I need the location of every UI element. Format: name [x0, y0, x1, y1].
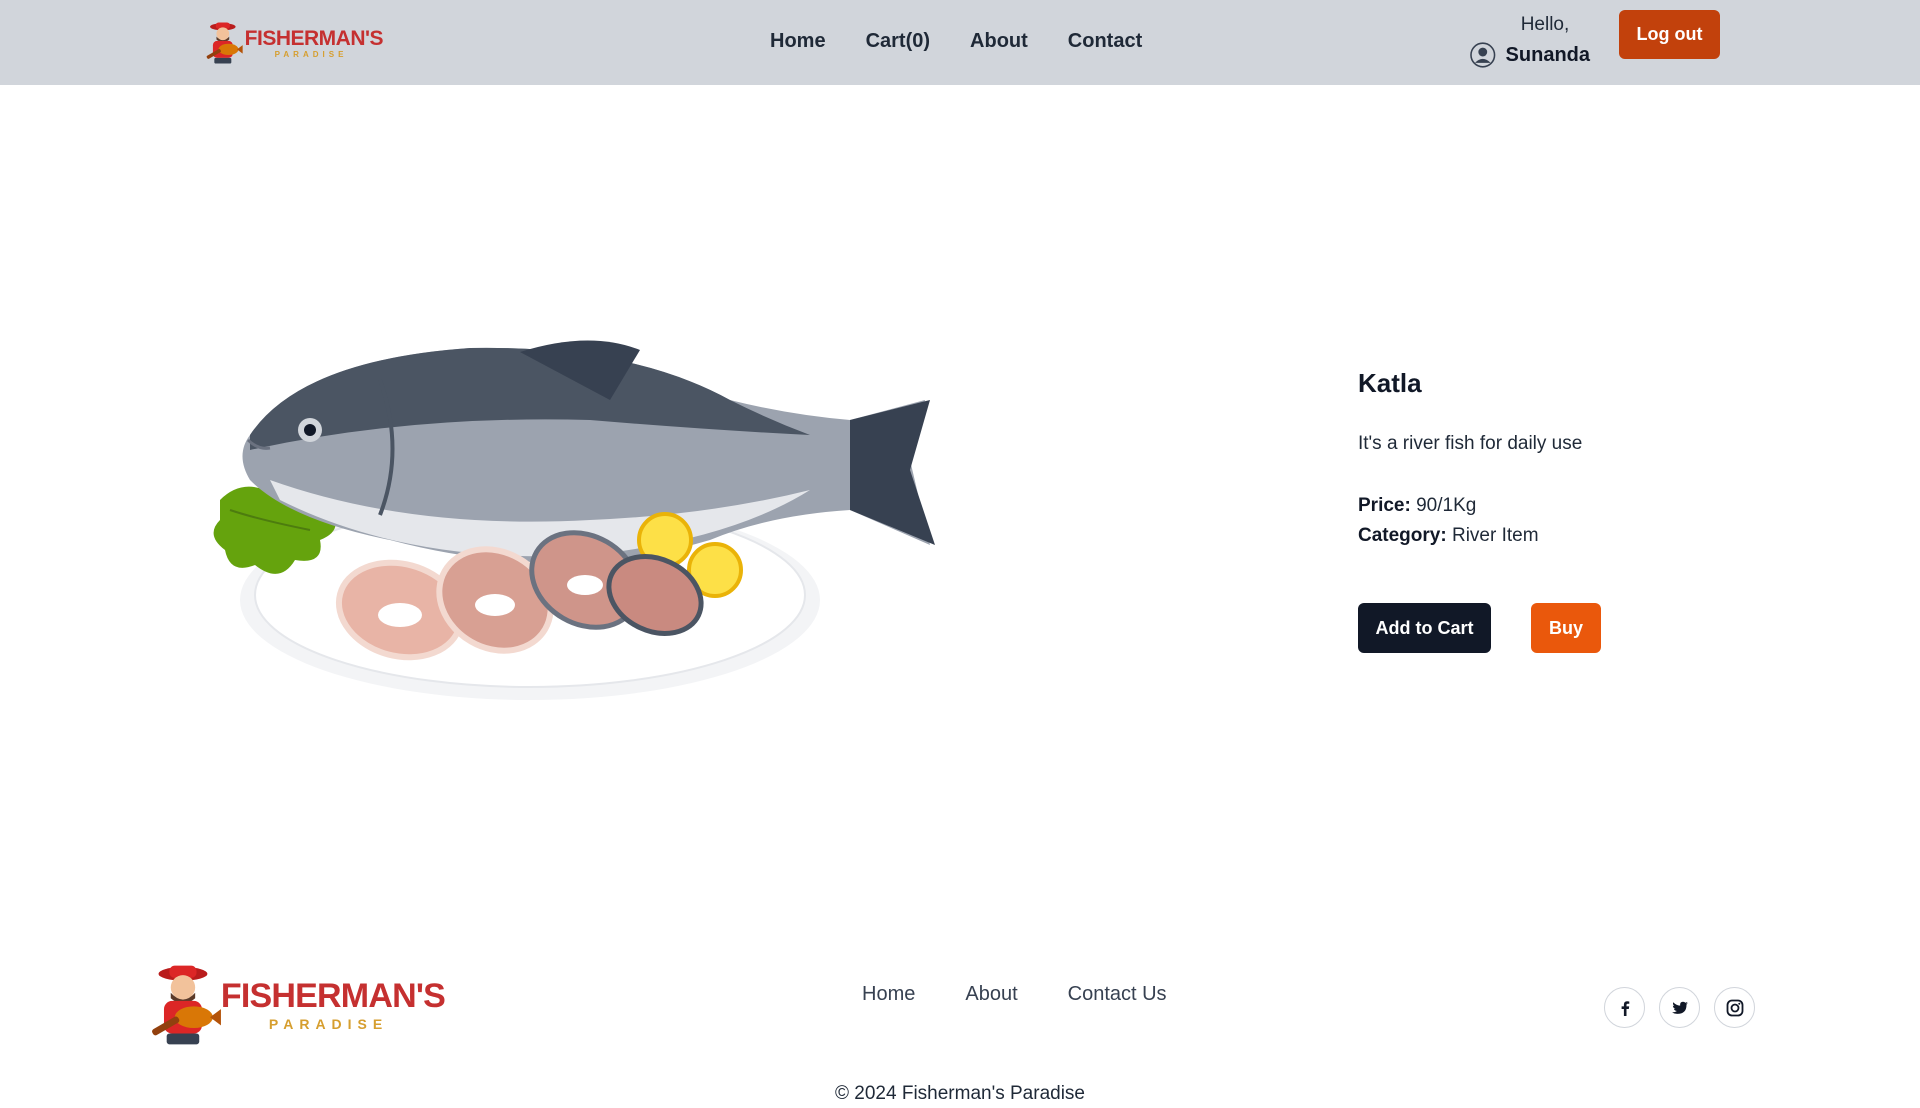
nav-cart-link[interactable]: Cart(0)	[866, 30, 930, 53]
category-row: Category: River Item	[1358, 521, 1758, 551]
twitter-icon	[1671, 1001, 1688, 1014]
product-image	[213, 340, 935, 700]
logout-button[interactable]: Log out	[1619, 10, 1720, 59]
footer-logo[interactable]: FISHERMAN'S PARADISE	[145, 953, 446, 1057]
price-row: Price: 90/1Kg	[1358, 491, 1758, 521]
greeting-text: Hello,	[1520, 14, 1570, 35]
fisherman-mascot-icon	[206, 22, 243, 64]
copyright-text: © 2024 Fisherman's Paradise	[835, 1083, 1085, 1104]
footer-logo-text: FISHERMAN'S PARADISE	[220, 977, 446, 1032]
price-label: Price:	[1358, 495, 1411, 516]
footer-nav: Home About Contact Us	[862, 983, 1167, 1006]
facebook-link[interactable]	[1604, 987, 1645, 1028]
nav-home-link[interactable]: Home	[770, 30, 826, 53]
nav-about-link[interactable]: About	[970, 30, 1028, 53]
instagram-link[interactable]	[1714, 987, 1755, 1028]
facebook-icon	[1621, 1000, 1629, 1016]
product-title: Katla	[1358, 368, 1422, 398]
buy-button[interactable]: Buy	[1531, 603, 1601, 653]
category-label: Category:	[1358, 525, 1447, 546]
user-avatar-icon	[1470, 42, 1496, 68]
product-description: It's a river fish for daily use	[1358, 433, 1583, 454]
twitter-link[interactable]	[1659, 987, 1700, 1028]
product-meta: Price: 90/1Kg Category: River Item	[1358, 491, 1758, 551]
price-value: 90/1Kg	[1416, 495, 1477, 516]
user-info: Sunanda	[1470, 42, 1590, 68]
footer-contact-link[interactable]: Contact Us	[1068, 983, 1167, 1006]
main-nav: Home Cart(0) About Contact	[770, 30, 1142, 53]
footer-about-link[interactable]: About	[965, 983, 1017, 1006]
product-details: Katla It's a river fish for daily use Pr…	[1358, 368, 1758, 653]
nav-contact-link[interactable]: Contact	[1068, 30, 1142, 53]
logo-title: FISHERMAN'S	[244, 26, 384, 50]
site-header: FISHERMAN'S PARADISE Home Cart(0) About …	[0, 0, 1920, 85]
add-to-cart-button[interactable]: Add to Cart	[1358, 603, 1491, 653]
logo-subtitle: PARADISE	[274, 49, 348, 59]
footer-logo-subtitle: PARADISE	[268, 1016, 389, 1032]
footer-home-link[interactable]: Home	[862, 983, 915, 1006]
social-links	[1604, 987, 1755, 1028]
site-logo[interactable]: FISHERMAN'S PARADISE	[203, 12, 384, 74]
username: Sunanda	[1505, 43, 1590, 66]
category-value: River Item	[1451, 525, 1539, 546]
footer-logo-title: FISHERMAN'S	[220, 977, 446, 1015]
fisherman-mascot-icon	[152, 965, 221, 1045]
instagram-icon	[1726, 999, 1743, 1016]
logo-text: FISHERMAN'S PARADISE	[244, 26, 384, 59]
product-actions: Add to Cart Buy	[1358, 603, 1758, 653]
user-greeting: Hello, Sunanda	[1470, 14, 1590, 68]
